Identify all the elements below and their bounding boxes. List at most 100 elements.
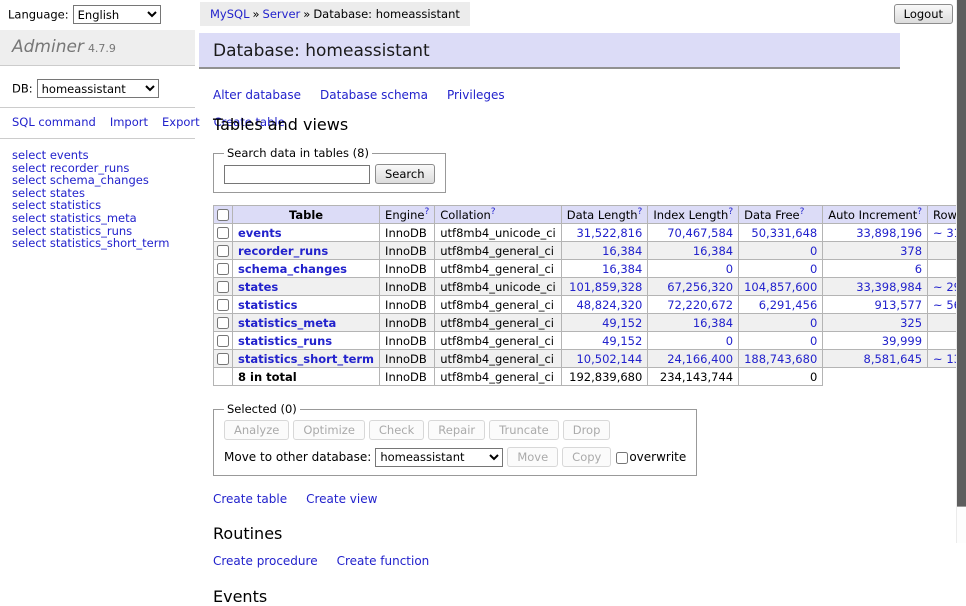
database-schema-link[interactable]: Database schema <box>320 88 428 102</box>
db-select[interactable]: homeassistant <box>37 79 159 98</box>
table-name-link[interactable]: schema_changes <box>238 262 347 276</box>
data-length-link[interactable]: 48,824,320 <box>576 298 642 312</box>
auto-increment-link[interactable]: 378 <box>900 244 922 258</box>
repair-button[interactable]: Repair <box>428 420 485 440</box>
row-checkbox[interactable] <box>217 263 229 275</box>
auto-increment-link[interactable]: 33,398,984 <box>856 280 922 294</box>
breadcrumb-link-mysql[interactable]: MySQL <box>210 7 250 21</box>
data-free-link[interactable]: 0 <box>810 244 817 258</box>
row-checkbox[interactable] <box>217 317 229 329</box>
auto-increment-link[interactable]: 39,999 <box>882 334 922 348</box>
index-length-link[interactable]: 70,467,584 <box>667 226 733 240</box>
sidebar-select-link[interactable]: select statistics_short_term <box>12 237 183 250</box>
data-free-link[interactable]: 6,291,456 <box>759 298 818 312</box>
vertical-scrollbar[interactable] <box>956 0 966 543</box>
data-free-link[interactable]: 0 <box>810 316 817 330</box>
check-button[interactable]: Check <box>369 420 424 440</box>
drop-button[interactable]: Drop <box>563 420 611 440</box>
scrollbar-thumb[interactable] <box>957 0 966 507</box>
breadcrumb-link-server[interactable]: Server <box>263 7 301 21</box>
help-icon[interactable]: ? <box>728 207 733 217</box>
alter-database-link[interactable]: Alter database <box>213 88 301 102</box>
help-icon[interactable]: ? <box>917 207 922 217</box>
engine-cell: InnoDB <box>380 332 435 350</box>
data-free-link[interactable]: 104,857,600 <box>744 280 817 294</box>
index-length-link[interactable]: 16,384 <box>693 316 733 330</box>
row-checkbox[interactable] <box>217 227 229 239</box>
index-length-link[interactable]: 0 <box>726 334 733 348</box>
index-length-cell: 16,384 <box>648 242 739 260</box>
table-name-link[interactable]: states <box>238 280 278 294</box>
truncate-button[interactable]: Truncate <box>489 420 559 440</box>
row-checkbox[interactable] <box>217 245 229 257</box>
table-name-link[interactable]: events <box>238 226 282 240</box>
auto-increment-link[interactable]: 325 <box>900 316 922 330</box>
data-length-link[interactable]: 31,522,816 <box>576 226 642 240</box>
auto-increment-link[interactable]: 8,581,645 <box>864 352 923 366</box>
help-icon[interactable]: ? <box>800 207 805 217</box>
select-all-checkbox[interactable] <box>217 209 229 221</box>
data-length-link[interactable]: 101,859,328 <box>569 280 642 294</box>
optimize-button[interactable]: Optimize <box>293 420 365 440</box>
help-icon[interactable]: ? <box>424 207 429 217</box>
copy-button[interactable]: Copy <box>562 447 611 467</box>
analyze-button[interactable]: Analyze <box>224 420 289 440</box>
table-name-cell: states <box>233 278 380 296</box>
help-icon[interactable]: ? <box>491 207 496 217</box>
create-procedure-link[interactable]: Create procedure <box>213 554 318 568</box>
import-link[interactable]: Import <box>110 115 148 129</box>
index-length-link[interactable]: 67,256,320 <box>667 280 733 294</box>
logout-button[interactable]: Logout <box>894 4 953 24</box>
move-db-select[interactable]: homeassistant <box>375 448 503 467</box>
data-length-link[interactable]: 16,384 <box>602 262 642 276</box>
auto-increment-link[interactable]: 6 <box>915 262 922 276</box>
data-free-link[interactable]: 0 <box>810 262 817 276</box>
table-name-link[interactable]: recorder_runs <box>238 244 328 258</box>
auto-increment-link[interactable]: 913,577 <box>874 298 922 312</box>
table-name-link[interactable]: statistics_runs <box>238 334 332 348</box>
language-select[interactable]: English <box>73 5 161 24</box>
row-checkbox[interactable] <box>217 335 229 347</box>
sql-command-link[interactable]: SQL command <box>12 115 96 129</box>
sidebar-select-link[interactable]: select events <box>12 149 183 162</box>
help-icon[interactable]: ? <box>638 207 643 217</box>
row-checkbox[interactable] <box>217 281 229 293</box>
create-view-link[interactable]: Create view <box>306 492 377 506</box>
export-link[interactable]: Export <box>162 115 200 129</box>
data-length-link[interactable]: 49,152 <box>602 316 642 330</box>
search-input[interactable] <box>224 165 370 184</box>
move-button[interactable]: Move <box>507 447 558 467</box>
collation-cell: utf8mb4_unicode_ci <box>435 224 562 242</box>
data-length-link[interactable]: 10,502,144 <box>576 352 642 366</box>
table-name-link[interactable]: statistics <box>238 298 298 312</box>
auto-increment-cell: 378 <box>823 242 928 260</box>
engine-cell: InnoDB <box>380 260 435 278</box>
auto-increment-link[interactable]: 33,898,196 <box>856 226 922 240</box>
create-function-link[interactable]: Create function <box>337 554 430 568</box>
table-name-link[interactable]: statistics_meta <box>238 316 336 330</box>
data-free-link[interactable]: 50,331,648 <box>751 226 817 240</box>
sidebar-select-link[interactable]: select schema_changes <box>12 174 183 187</box>
create-table-link-bottom[interactable]: Create table <box>213 492 287 506</box>
total-data-length: 192,839,680 <box>561 368 648 386</box>
table-name-link[interactable]: statistics_short_term <box>238 352 374 366</box>
overwrite-checkbox[interactable] <box>616 452 628 464</box>
adminer-logo-link[interactable]: Adminer <box>12 37 84 57</box>
row-checkbox[interactable] <box>217 299 229 311</box>
index-length-link[interactable]: 24,166,400 <box>667 352 733 366</box>
data-length-link[interactable]: 16,384 <box>602 244 642 258</box>
index-length-link[interactable]: 72,220,672 <box>667 298 733 312</box>
data-length-link[interactable]: 49,152 <box>602 334 642 348</box>
data-free-link[interactable]: 188,743,680 <box>744 352 817 366</box>
total-blank-area <box>823 368 966 386</box>
index-length-link[interactable]: 0 <box>726 262 733 276</box>
row-checkbox[interactable] <box>217 353 229 365</box>
privileges-link[interactable]: Privileges <box>447 88 505 102</box>
index-length-link[interactable]: 16,384 <box>693 244 733 258</box>
data-free-link[interactable]: 0 <box>810 334 817 348</box>
data-length-cell: 101,859,328 <box>561 278 648 296</box>
table-header-row: TableEngine?Collation?Data Length?Index … <box>214 206 966 224</box>
row-checkbox-cell <box>214 260 233 278</box>
sidebar-select-link[interactable]: select statistics_meta <box>12 212 183 225</box>
search-button[interactable]: Search <box>375 164 435 184</box>
